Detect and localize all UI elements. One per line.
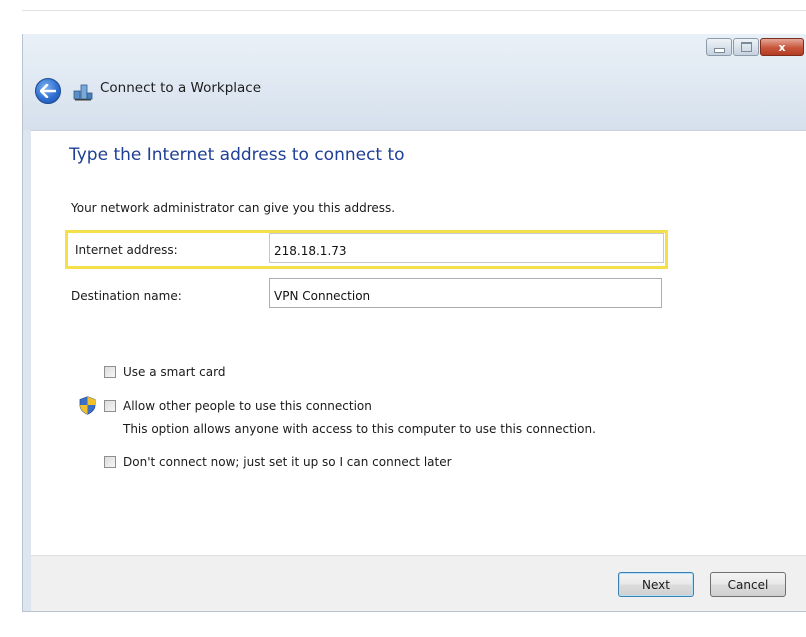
close-button[interactable]: x [760, 38, 804, 56]
allow-others-option[interactable]: Allow other people to use this connectio… [104, 399, 372, 413]
window-controls: x [706, 38, 804, 56]
destination-name-label: Destination name: [71, 289, 182, 303]
page-top-edge [22, 10, 806, 11]
smart-card-label: Use a smart card [123, 365, 226, 379]
title-bar: x Connect to a Workplace [23, 34, 806, 130]
button-bar: Next Cancel [31, 555, 806, 611]
smart-card-checkbox[interactable] [104, 366, 116, 378]
network-connection-icon [73, 84, 93, 101]
maximize-icon [740, 42, 752, 52]
internet-address-input[interactable] [269, 233, 664, 263]
dont-connect-checkbox[interactable] [104, 456, 116, 468]
back-button[interactable] [35, 78, 61, 104]
window-title: Connect to a Workplace [100, 80, 262, 96]
page-heading: Type the Internet address to connect to [69, 145, 405, 165]
screenshot-page: x Connect to a Workplace Type the Intern… [0, 0, 806, 637]
close-icon: x [778, 40, 786, 54]
connect-to-workplace-window: x Connect to a Workplace Type the Intern… [22, 34, 806, 612]
uac-shield-icon [79, 396, 96, 415]
maximize-button[interactable] [733, 38, 759, 56]
cancel-button[interactable]: Cancel [710, 572, 786, 597]
allow-others-description: This option allows anyone with access to… [123, 422, 596, 436]
dialog-content: Type the Internet address to connect to … [31, 130, 806, 555]
allow-others-checkbox[interactable] [104, 400, 116, 412]
allow-others-label: Allow other people to use this connectio… [123, 399, 372, 413]
smart-card-option[interactable]: Use a smart card [104, 365, 225, 379]
dont-connect-option[interactable]: Don't connect now; just set it up so I c… [104, 455, 452, 469]
instruction-text: Your network administrator can give you … [71, 201, 396, 215]
internet-address-label: Internet address: [75, 243, 178, 257]
next-button[interactable]: Next [618, 572, 694, 597]
minimize-button[interactable] [706, 38, 732, 56]
back-arrow-icon [40, 84, 56, 98]
dont-connect-label: Don't connect now; just set it up so I c… [123, 455, 452, 469]
destination-name-input[interactable] [269, 278, 662, 308]
minimize-icon [713, 47, 725, 53]
